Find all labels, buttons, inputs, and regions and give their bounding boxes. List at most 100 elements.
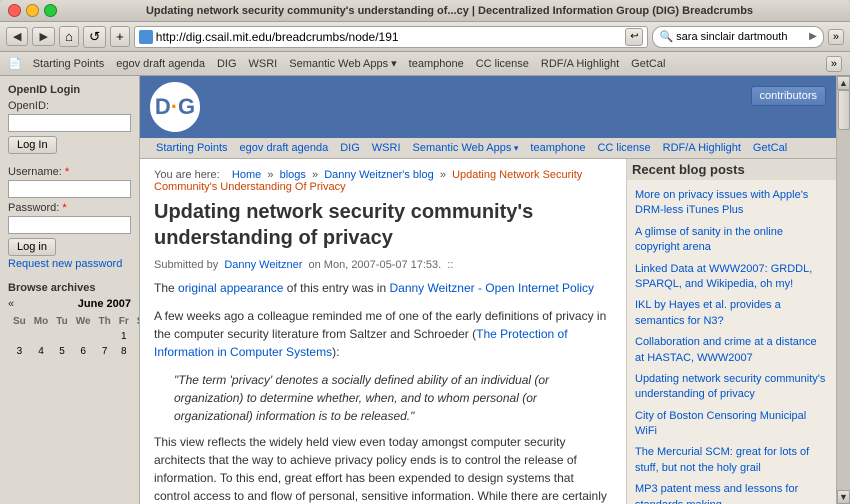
login-button[interactable]: Log in [8,238,56,256]
breadcrumb-blog[interactable]: Danny Weitzner's blog [324,169,434,181]
openid-label: OpenID: [8,100,131,112]
breadcrumb-blogs[interactable]: blogs [280,169,306,181]
cal-cell[interactable]: 8 [116,345,132,358]
scroll-thumb[interactable] [838,90,850,130]
bookmarks-bar: 📄 Starting Points egov draft agenda DIG … [0,52,850,76]
cal-cell[interactable]: 6 [73,345,94,358]
contributors-button[interactable]: contributors [751,86,826,106]
password-input[interactable] [8,216,131,234]
bookmark-egov[interactable]: egov draft agenda [111,57,210,71]
open-internet-link[interactable]: Danny Weitzner - Open Internet Policy [389,281,594,295]
refresh-button[interactable]: ↺ [83,26,106,48]
nav-starting-points[interactable]: Starting Points [150,140,234,156]
calendar-header: « June 2007 [8,298,131,310]
url-favicon [139,30,153,44]
bookmark-semantic-web[interactable]: Semantic Web Apps ▾ [284,56,401,71]
cal-cell[interactable]: 1 [116,330,132,343]
search-input[interactable] [676,31,806,43]
recent-post-link-4[interactable]: Collaboration and crime at a distance at… [635,335,828,366]
scroll-up-button[interactable]: ▲ [837,76,850,90]
recent-post-item: Linked Data at WWW2007: GRDDL, SPARQL, a… [635,262,828,293]
submitted-dots: :: [444,259,453,271]
bookmark-starting-points[interactable]: Starting Points [28,57,110,71]
nav-getcal[interactable]: GetCal [747,140,793,156]
calendar-prev-button[interactable]: « [8,298,14,310]
minimize-button[interactable] [26,4,39,17]
recent-post-link-3[interactable]: IKL by Hayes et al. provides a semantics… [635,298,828,329]
search-go-button[interactable]: ▶ [809,31,817,42]
nav-teamphone[interactable]: teamphone [524,140,591,156]
cal-cell[interactable]: 4 [31,345,51,358]
protection-link[interactable]: The Protection of Information in Compute… [154,327,568,359]
archives-title: Browse archives [8,282,131,294]
body-para-3: This view reflects the widely held view … [154,433,612,504]
forgot-password-link[interactable]: Request new password [8,258,122,270]
login-section: Username: * Password: * Log in Request n… [8,166,131,270]
submitted-info: Submitted by Danny Weitzner on Mon, 2007… [154,259,612,271]
nav-egov[interactable]: egov draft agenda [234,140,335,156]
cal-cell [31,330,51,343]
bookmarks-icon: 📄 [8,57,22,70]
bookmark-cc[interactable]: CC license [471,57,534,71]
cal-day-th: Th [96,315,114,328]
refresh-icon: ↺ [89,29,100,44]
scroll-down-button[interactable]: ▼ [837,490,850,504]
body-para-2: A few weeks ago a colleague reminded me … [154,307,612,361]
recent-post-link-2[interactable]: Linked Data at WWW2007: GRDDL, SPARQL, a… [635,262,828,293]
window: Updating network security community's un… [0,0,850,76]
maximize-button[interactable] [44,4,57,17]
nav-wsri[interactable]: WSRI [366,140,407,156]
logo-d: D [155,94,171,120]
nav-semantic-web[interactable]: Semantic Web Apps [407,140,525,156]
bookmark-getcal[interactable]: GetCal [626,57,670,71]
recent-post-link-0[interactable]: More on privacy issues with Apple's DRM-… [635,188,828,219]
bookmark-teamphone[interactable]: teamphone [404,57,469,71]
bookmark-rdfa[interactable]: RDF/A Highlight [536,57,624,71]
breadcrumb: You are here: Home » blogs » Danny Weitz… [154,169,612,193]
recent-post-item: A glimse of sanity in the online copyrig… [635,225,828,256]
recent-post-link-8[interactable]: MP3 patent mess and lessons for standard… [635,482,828,504]
close-button[interactable] [8,4,21,17]
body-para-1: The original appearance of this entry wa… [154,279,612,297]
cal-cell[interactable]: 3 [10,345,29,358]
home-button[interactable]: ⌂ [59,26,79,47]
author-link[interactable]: Danny Weitzner [224,259,302,271]
bookmark-wsri[interactable]: WSRI [244,57,283,71]
page-main: You are here: Home » blogs » Danny Weitz… [140,159,626,504]
openid-section: OpenID Login OpenID: Log In [8,84,131,154]
left-sidebar: OpenID Login OpenID: Log In Username: * … [0,76,140,504]
username-label: Username: * [8,166,131,178]
openid-title: OpenID Login [8,84,131,96]
url-input[interactable] [156,30,626,44]
original-appearance-link[interactable]: original appearance [178,281,283,295]
recent-posts-title: Recent blog posts [627,159,836,180]
back-button[interactable]: ◀ [6,27,28,46]
home-icon: ⌂ [65,29,73,44]
bookmark-dig[interactable]: DIG [212,57,242,71]
cal-cell[interactable]: 5 [53,345,70,358]
openid-input[interactable] [8,114,131,132]
nav-dig[interactable]: DIG [334,140,366,156]
url-go-button[interactable]: ↩ [625,28,643,46]
bookmarks-more-button[interactable]: » [826,56,842,72]
openid-login-button[interactable]: Log In [8,136,57,154]
nav-rdfa[interactable]: RDF/A Highlight [657,140,747,156]
more-button[interactable]: » [828,29,844,45]
username-input[interactable] [8,180,131,198]
calendar-table: Su Mo Tu We Th Fr Sa 1 2 [8,313,140,360]
recent-post-link-1[interactable]: A glimse of sanity in the online copyrig… [635,225,828,256]
recent-post-link-7[interactable]: The Mercurial SCM: great for lots of stu… [635,445,828,476]
scroll-track[interactable] [837,90,850,490]
logo-g: G [178,94,195,120]
search-bar: 🔍 ▶ [652,26,823,48]
forward-button[interactable]: ▶ [32,27,54,46]
dig-logo: D · G [150,82,200,132]
recent-post-link-6[interactable]: City of Boston Censoring Municipal WiFi [635,409,828,440]
nav-cc[interactable]: CC license [591,140,656,156]
breadcrumb-home[interactable]: Home [232,169,261,181]
recent-post-link-5[interactable]: Updating network security community's un… [635,372,828,403]
cal-cell[interactable]: 7 [96,345,114,358]
submitted-date: on Mon, 2007-05-07 17:53. [309,259,442,271]
add-tab-button[interactable]: + [110,26,130,47]
cal-cell [96,330,114,343]
